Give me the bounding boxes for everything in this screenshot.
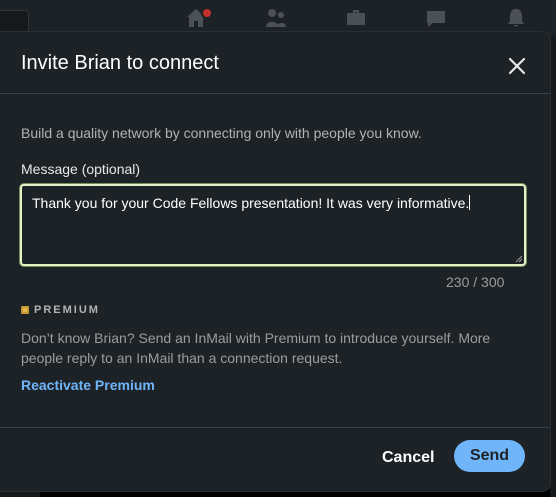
dialog-header: Invite Brian to connect (0, 32, 550, 94)
cancel-button[interactable]: Cancel (374, 442, 442, 474)
resize-grip-icon[interactable] (515, 255, 523, 263)
dialog-footer: Cancel Send (0, 427, 550, 492)
my-network-icon[interactable] (264, 6, 288, 30)
dialog-title: Invite Brian to connect (21, 52, 219, 74)
notifications-icon[interactable] (504, 6, 528, 30)
reactivate-premium-link[interactable]: Reactivate Premium (21, 376, 155, 394)
background-panel-edge (550, 36, 556, 497)
premium-icon (21, 306, 29, 314)
premium-label: PREMIUM (34, 304, 100, 316)
jobs-icon[interactable] (344, 6, 368, 30)
premium-upsell-text: Don’t know Brian? Send an InMail with Pr… (21, 330, 491, 366)
messaging-icon[interactable] (424, 6, 448, 30)
dialog-intro-text: Build a quality network by connecting on… (21, 125, 422, 141)
premium-heading: PREMIUM (21, 304, 100, 316)
close-icon (508, 57, 526, 75)
notification-badge (201, 7, 213, 19)
message-textarea[interactable]: Thank you for your Code Fellows presenta… (20, 184, 526, 266)
message-text[interactable]: Thank you for your Code Fellows presenta… (32, 194, 471, 212)
close-button[interactable] (500, 49, 534, 83)
message-label: Message (optional) (21, 161, 141, 177)
character-counter: 230 / 300 (446, 274, 505, 290)
background-nav-bar (0, 0, 556, 38)
text-caret (469, 195, 471, 210)
send-button[interactable]: Send (454, 440, 525, 472)
invite-dialog: Invite Brian to connect Build a quality … (0, 32, 550, 491)
